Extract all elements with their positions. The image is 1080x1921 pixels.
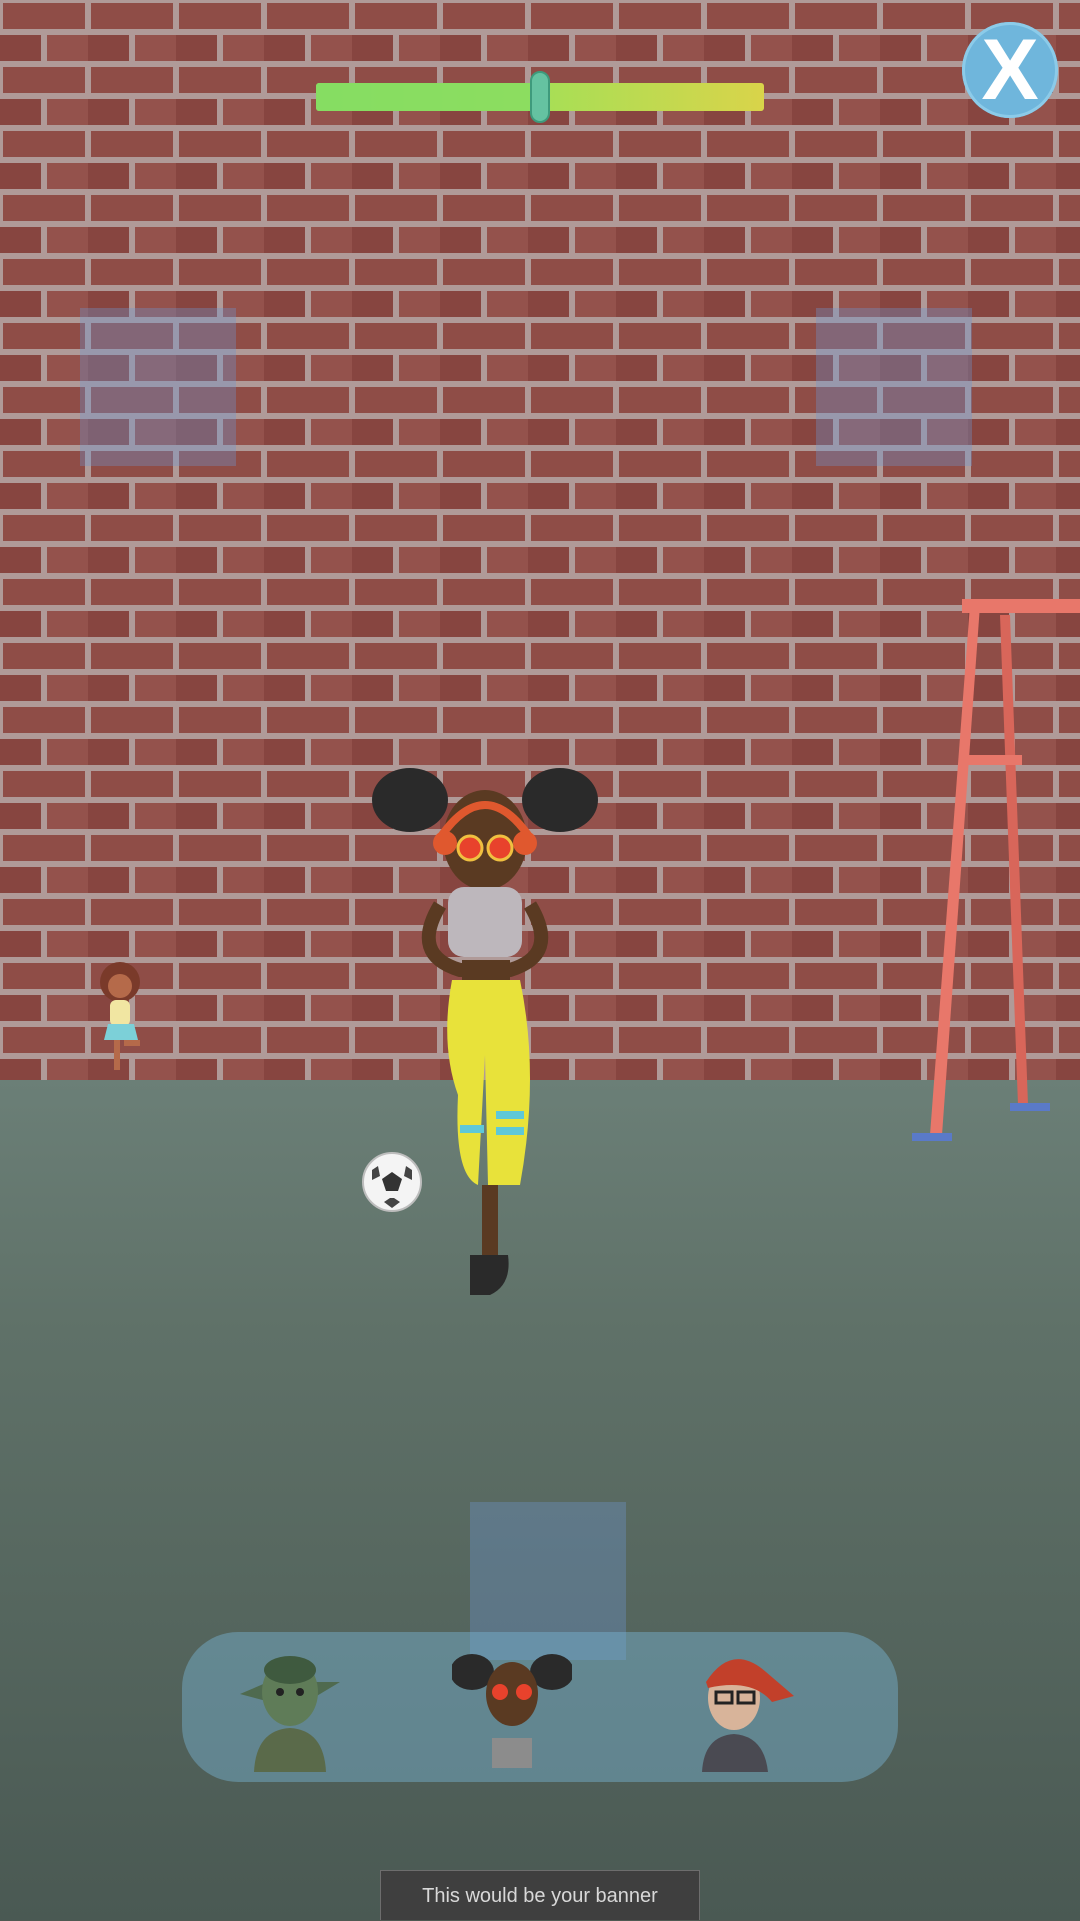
balance-slider[interactable] xyxy=(316,71,764,123)
window-left xyxy=(80,308,236,466)
ad-banner[interactable]: This would be your banner xyxy=(380,1870,700,1920)
goblin-avatar[interactable] xyxy=(230,1642,350,1772)
girl-headphones-avatar[interactable] xyxy=(452,1642,572,1772)
window-right xyxy=(816,308,972,466)
boy-cap-avatar[interactable] xyxy=(682,1642,802,1772)
main-character xyxy=(372,768,598,1295)
slider-fill xyxy=(316,83,540,111)
small-girl-figure xyxy=(100,962,140,1070)
slider-handle[interactable] xyxy=(530,71,550,123)
character-selector xyxy=(182,1632,898,1782)
swing-set xyxy=(912,599,1080,1141)
close-button[interactable]: X xyxy=(962,22,1058,118)
